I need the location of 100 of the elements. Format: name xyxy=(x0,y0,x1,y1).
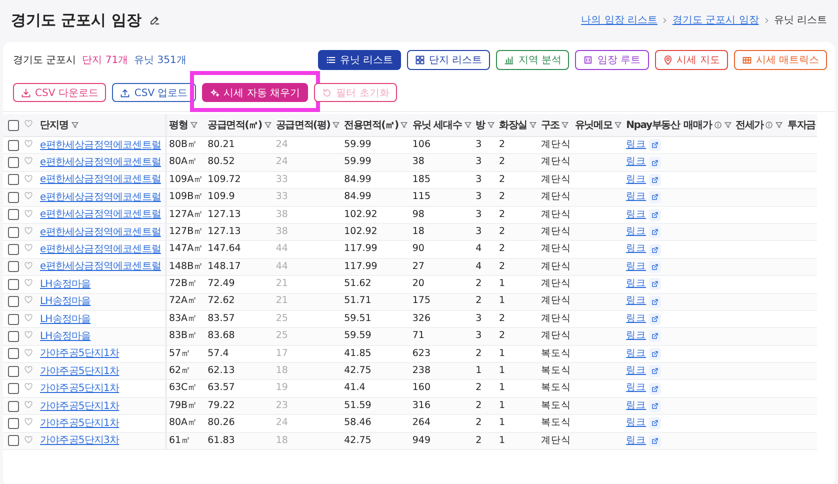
external-link-icon[interactable] xyxy=(649,156,662,169)
row-checkbox[interactable] xyxy=(8,192,19,203)
table-cell: 17 xyxy=(276,348,288,359)
heart-icon[interactable] xyxy=(24,156,33,166)
external-link-icon[interactable] xyxy=(649,174,662,186)
row-checkbox[interactable] xyxy=(8,278,19,290)
row-checkbox[interactable] xyxy=(8,314,19,325)
external-link-icon[interactable] xyxy=(649,313,662,326)
npay-link[interactable]: 링크 xyxy=(626,418,646,429)
breadcrumb-link[interactable]: 경기도 군포시 임장 xyxy=(672,13,759,27)
action-button[interactable]: 시세 자동 채우기 xyxy=(202,83,308,102)
npay-link[interactable]: 링크 xyxy=(626,140,646,150)
view-tab[interactable]: 임장 루트 xyxy=(575,50,649,70)
complex-link[interactable]: e편한세상금정역에코센트럴 xyxy=(40,140,161,151)
heart-icon[interactable] xyxy=(24,260,33,270)
heart-icon[interactable] xyxy=(24,278,33,288)
npay-link[interactable]: 링크 xyxy=(626,244,646,255)
filter-icon[interactable] xyxy=(724,121,732,129)
complex-link[interactable]: e편한세상금정역에코센트럴 xyxy=(40,174,161,186)
row-checkbox[interactable] xyxy=(8,435,19,446)
heart-icon[interactable] xyxy=(24,138,33,148)
heart-icon[interactable] xyxy=(24,243,33,252)
external-link-icon[interactable] xyxy=(649,296,662,308)
row-checkbox[interactable] xyxy=(8,366,19,377)
row-checkbox[interactable] xyxy=(8,209,19,220)
heart-icon[interactable] xyxy=(24,348,33,357)
heart-icon[interactable] xyxy=(24,400,33,409)
breadcrumb-link[interactable]: 나의 임장 리스트 xyxy=(581,13,658,27)
external-link-icon[interactable] xyxy=(649,330,662,342)
row-checkbox[interactable] xyxy=(8,330,19,342)
external-link-icon[interactable] xyxy=(649,260,662,273)
heart-icon[interactable] xyxy=(24,330,33,340)
view-tab[interactable]: 지역 분석 xyxy=(496,50,570,70)
external-link-icon[interactable] xyxy=(649,244,662,256)
complex-link[interactable]: LH송정마을 xyxy=(40,278,91,290)
filter-icon[interactable] xyxy=(264,121,272,129)
external-link-icon[interactable] xyxy=(649,417,662,430)
npay-link[interactable]: 링크 xyxy=(626,279,646,290)
filter-icon[interactable] xyxy=(190,121,198,129)
row-checkbox[interactable] xyxy=(8,140,19,151)
action-button[interactable]: CSV 업로드 xyxy=(112,83,196,102)
heart-icon[interactable] xyxy=(24,434,33,444)
heart-icon[interactable] xyxy=(24,174,33,183)
table-cell: 복도식 xyxy=(540,417,571,428)
action-button[interactable]: CSV 다운로드 xyxy=(13,83,106,102)
row-checkbox[interactable] xyxy=(8,157,19,168)
npay-link[interactable]: 링크 xyxy=(626,348,646,360)
filter-icon[interactable] xyxy=(464,121,472,129)
external-link-icon[interactable] xyxy=(649,365,662,378)
external-link-icon[interactable] xyxy=(649,278,662,290)
complex-link[interactable]: e편한세상금정역에코센트럴 xyxy=(40,244,161,256)
heart-icon[interactable] xyxy=(24,208,33,218)
view-tab[interactable]: 시세 지도 xyxy=(654,50,728,70)
row-checkbox[interactable] xyxy=(8,244,19,256)
filter-icon[interactable] xyxy=(561,121,570,129)
filter-icon[interactable] xyxy=(528,121,537,129)
heart-icon[interactable] xyxy=(24,382,33,392)
npay-link[interactable]: 링크 xyxy=(626,383,646,394)
npay-link[interactable]: 링크 xyxy=(626,174,646,186)
filter-icon[interactable] xyxy=(614,121,622,129)
filter-icon[interactable] xyxy=(400,121,408,129)
row-checkbox[interactable] xyxy=(8,261,19,272)
npay-link[interactable]: 링크 xyxy=(626,314,646,324)
filter-icon[interactable] xyxy=(775,121,784,129)
row-checkbox[interactable] xyxy=(8,226,19,238)
external-link-icon[interactable] xyxy=(649,191,662,204)
complex-link[interactable]: e편한세상금정역에코센트럴 xyxy=(40,209,161,220)
edit-icon[interactable] xyxy=(149,14,160,26)
row-checkbox[interactable] xyxy=(8,383,19,394)
filter-icon[interactable] xyxy=(70,121,79,129)
filter-icon[interactable] xyxy=(486,121,495,129)
heart-icon[interactable] xyxy=(24,226,33,235)
external-link-icon[interactable] xyxy=(649,400,662,412)
select-all-checkbox[interactable] xyxy=(8,120,19,130)
npay-link[interactable]: 링크 xyxy=(626,210,646,220)
external-link-icon[interactable] xyxy=(649,434,662,447)
breadcrumb-link[interactable]: 유닛 리스트 xyxy=(774,13,827,27)
heart-icon[interactable] xyxy=(24,295,33,304)
row-checkbox[interactable] xyxy=(8,400,19,412)
external-link-icon[interactable] xyxy=(649,226,662,238)
complex-link[interactable]: LH송정마을 xyxy=(40,314,91,325)
row-checkbox[interactable] xyxy=(8,296,19,308)
complex-link[interactable]: 가야주공5단지1차 xyxy=(40,418,120,429)
row-checkbox[interactable] xyxy=(8,348,19,360)
row-checkbox[interactable] xyxy=(8,418,19,429)
heart-icon[interactable] xyxy=(24,365,33,374)
heart-icon[interactable] xyxy=(24,417,33,426)
heart-icon[interactable] xyxy=(24,312,33,322)
external-link-icon[interactable] xyxy=(649,348,662,360)
external-link-icon[interactable] xyxy=(649,382,662,395)
filter-icon[interactable] xyxy=(332,121,340,129)
row-checkbox[interactable] xyxy=(8,174,19,186)
view-tab[interactable]: 시세 매트릭스 xyxy=(734,50,827,70)
heart-icon[interactable] xyxy=(24,191,33,200)
complex-link[interactable]: 가야주공5단지1차 xyxy=(40,383,120,394)
complex-link[interactable]: 가야주공5단지1차 xyxy=(40,348,120,360)
external-link-icon[interactable] xyxy=(649,208,662,221)
external-link-icon[interactable] xyxy=(649,139,662,152)
view-tab[interactable]: 유닛 리스트 xyxy=(318,50,402,70)
view-tab[interactable]: 단지 리스트 xyxy=(407,50,490,70)
